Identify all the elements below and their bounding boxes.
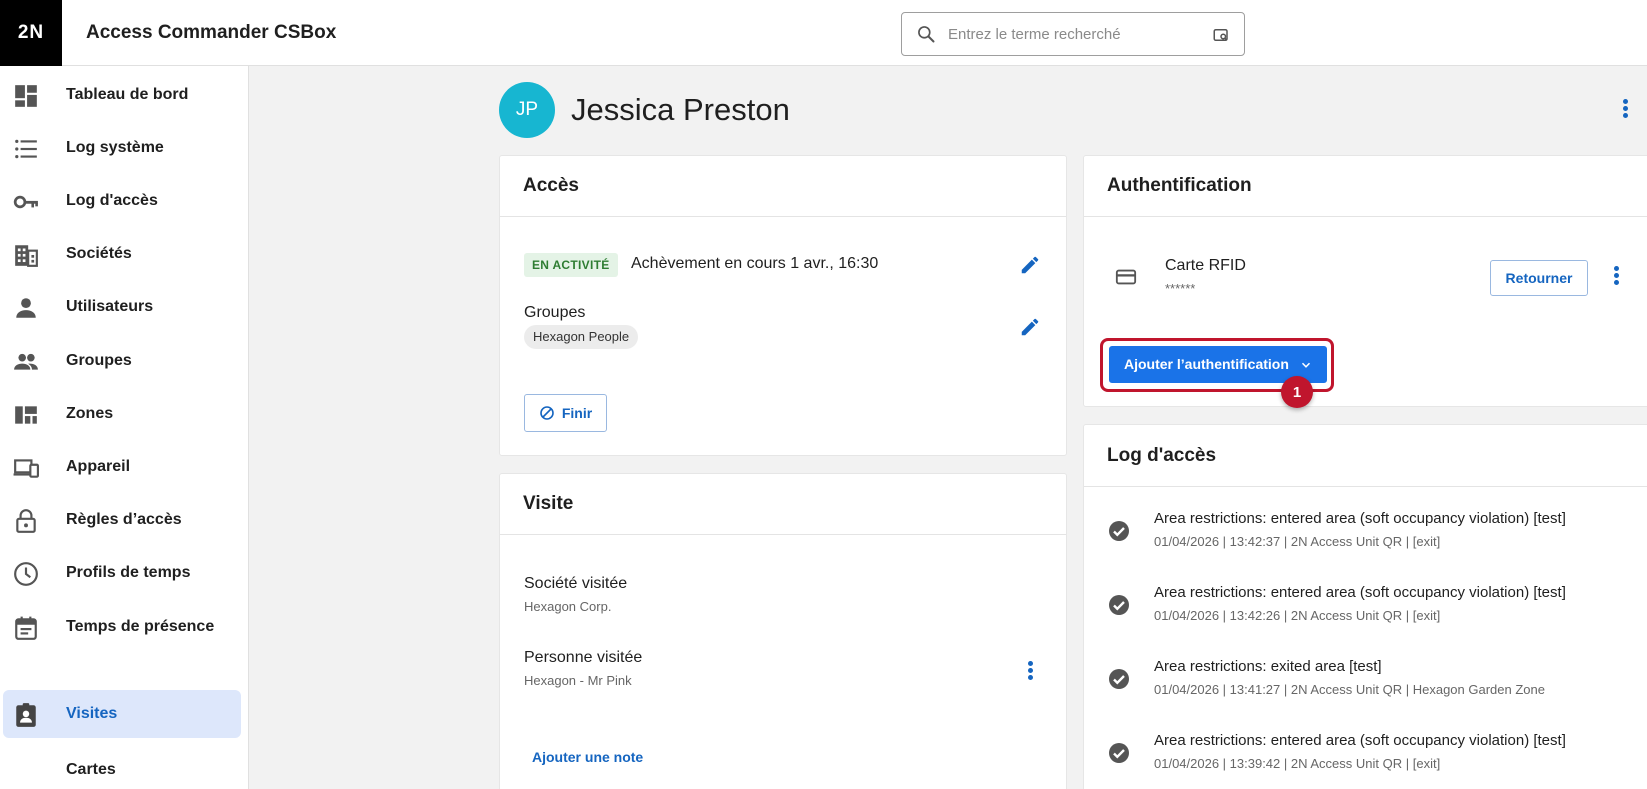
building-icon — [15, 245, 38, 267]
calendar-icon — [15, 616, 37, 640]
chevron-down-icon — [1301, 362, 1311, 368]
person-icon — [16, 298, 36, 318]
sidebar-item-label: Profils de temps — [66, 564, 191, 581]
sidebar-item-label: Utilisateurs — [66, 298, 154, 315]
sidebar-item-users[interactable]: Utilisateurs — [3, 283, 241, 331]
devices-icon — [13, 459, 39, 478]
visited-company-label: Société visitée — [524, 575, 628, 592]
return-button[interactable]: Retourner — [1490, 260, 1588, 296]
credential-type: Carte RFID — [1165, 257, 1246, 274]
credential-value: ****** — [1165, 281, 1196, 296]
sidebar-item-cards[interactable]: Cartes — [3, 746, 241, 789]
clock-icon — [14, 562, 38, 586]
search-icon — [918, 26, 935, 43]
block-icon — [540, 406, 554, 420]
avatar: JP — [499, 82, 555, 138]
add-authentication-label: Ajouter l’authentification — [1124, 356, 1289, 372]
divider — [1084, 486, 1647, 487]
authentication-card-title: Authentification — [1107, 175, 1252, 196]
finish-button-label: Finir — [561, 405, 593, 421]
sidebar-item-label: Règles d’accès — [66, 511, 182, 528]
sidebar-item-time-profiles[interactable]: Profils de temps — [3, 549, 241, 597]
sidebar-item-label: Zones — [66, 405, 114, 422]
log-entry-meta: 01/04/2026 | 13:42:37 | 2N Access Unit Q… — [1154, 534, 1441, 549]
sidebar: Tableau de bord Log système Log d'accès … — [0, 66, 249, 789]
check-circle-icon — [1109, 669, 1129, 689]
search-placeholder: Entrez le terme recherché — [948, 26, 1121, 43]
groups-label: Groupes — [524, 304, 586, 321]
visit-card-title: Visite — [523, 493, 574, 514]
edit-access-icon[interactable] — [1019, 254, 1041, 276]
log-entry[interactable]: Area restrictions: entered area (soft oc… — [0, 0, 1566, 771]
sidebar-item-access-rules[interactable]: Règles d’accès — [3, 496, 241, 544]
sidebar-item-label: Tableau de bord — [66, 86, 189, 103]
lock-icon — [16, 509, 36, 533]
sidebar-item-groups[interactable]: Groupes — [3, 337, 241, 385]
sidebar-item-label: Sociétés — [66, 245, 132, 262]
sidebar-item-system-log[interactable]: Log système — [3, 124, 241, 172]
sidebar-item-label: Cartes — [66, 761, 116, 778]
log-entry-title: Area restrictions: exited area [test] — [1154, 658, 1382, 675]
sidebar-item-label: Visites — [66, 705, 118, 722]
add-note-link[interactable]: Ajouter une note — [532, 749, 643, 765]
group-chip[interactable]: Hexagon People — [524, 325, 639, 349]
status-text: Achèvement en cours 1 avr., 16:30 — [631, 255, 879, 272]
advanced-search-icon[interactable] — [1212, 26, 1230, 44]
sidebar-item-label: Groupes — [66, 352, 132, 369]
log-entry-meta: 01/04/2026 | 13:39:42 | 2N Access Unit Q… — [1154, 756, 1441, 771]
log-entry-title: Area restrictions: entered area (soft oc… — [1154, 732, 1566, 749]
dashboard-icon — [15, 85, 37, 107]
access-card: Accès EN ACTIVITÉ Achèvement en cours 1 … — [499, 155, 1067, 456]
zones-icon — [15, 406, 37, 424]
edit-groups-icon[interactable] — [1019, 316, 1041, 338]
group-icon — [14, 353, 38, 370]
access-log-title: Log d'accès — [1107, 445, 1217, 466]
finish-button[interactable]: Finir — [524, 394, 607, 432]
check-circle-icon — [1109, 595, 1129, 615]
check-circle-icon — [1109, 521, 1129, 541]
sidebar-item-label: Appareil — [66, 458, 131, 475]
log-entry-title: Area restrictions: entered area (soft oc… — [1154, 510, 1566, 527]
sidebar-item-label: Log d'accès — [66, 192, 158, 209]
access-card-title: Accès — [523, 175, 579, 196]
key-icon — [13, 195, 38, 209]
sidebar-item-label: Log système — [66, 139, 164, 156]
log-entry-meta: 01/04/2026 | 13:41:27 | 2N Access Unit Q… — [1154, 682, 1545, 697]
visited-company-value: Hexagon Corp. — [524, 599, 612, 614]
status-badge: EN ACTIVITÉ — [524, 253, 618, 277]
visit-card: Visite Société visitée Hexagon Corp. Per… — [499, 473, 1067, 789]
visited-person-more-icon[interactable] — [1027, 659, 1033, 683]
sidebar-item-attendance[interactable]: Temps de présence — [3, 603, 241, 651]
return-button-label: Retourner — [1505, 270, 1573, 286]
page-more-menu-icon[interactable] — [1622, 97, 1628, 121]
log-entry-title: Area restrictions: entered area (soft oc… — [1154, 584, 1566, 601]
visited-person-label: Personne visitée — [524, 649, 643, 666]
check-circle-icon — [1109, 743, 1129, 763]
sidebar-item-devices[interactable]: Appareil — [3, 443, 241, 491]
visitor-badge-icon — [16, 703, 36, 727]
sidebar-item-zones[interactable]: Zones — [3, 390, 241, 438]
step-number-badge: 1 — [1281, 376, 1313, 408]
page-title: Jessica Preston — [571, 92, 790, 127]
sidebar-item-visits[interactable]: Visites — [3, 690, 241, 738]
sidebar-item-access-log[interactable]: Log d'accès — [3, 177, 241, 225]
search-input[interactable]: Entrez le terme recherché — [901, 12, 1245, 56]
sidebar-item-dashboard[interactable]: Tableau de bord — [3, 71, 241, 119]
log-entry-meta: 01/04/2026 | 13:42:26 | 2N Access Unit Q… — [1154, 608, 1441, 623]
divider — [1084, 216, 1647, 217]
list-icon — [15, 139, 37, 159]
credit-card-icon — [1115, 269, 1137, 285]
sidebar-item-label: Temps de présence — [66, 618, 215, 635]
visited-person-value: Hexagon - Mr Pink — [524, 673, 632, 688]
divider — [500, 534, 1066, 535]
credential-more-icon[interactable] — [1613, 264, 1619, 288]
sidebar-item-companies[interactable]: Sociétés — [3, 230, 241, 278]
divider — [500, 216, 1066, 217]
